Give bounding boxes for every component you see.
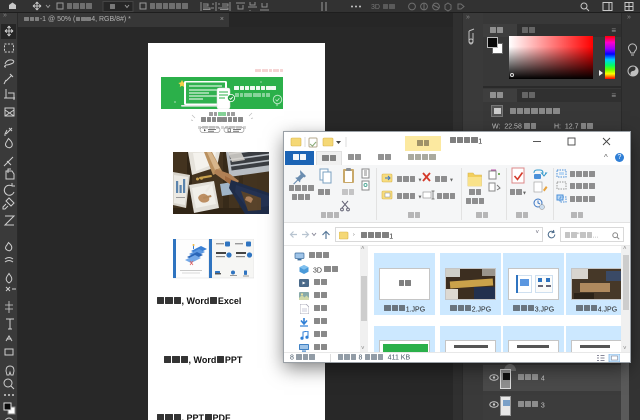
svg-text:3D: 3D xyxy=(371,4,380,11)
